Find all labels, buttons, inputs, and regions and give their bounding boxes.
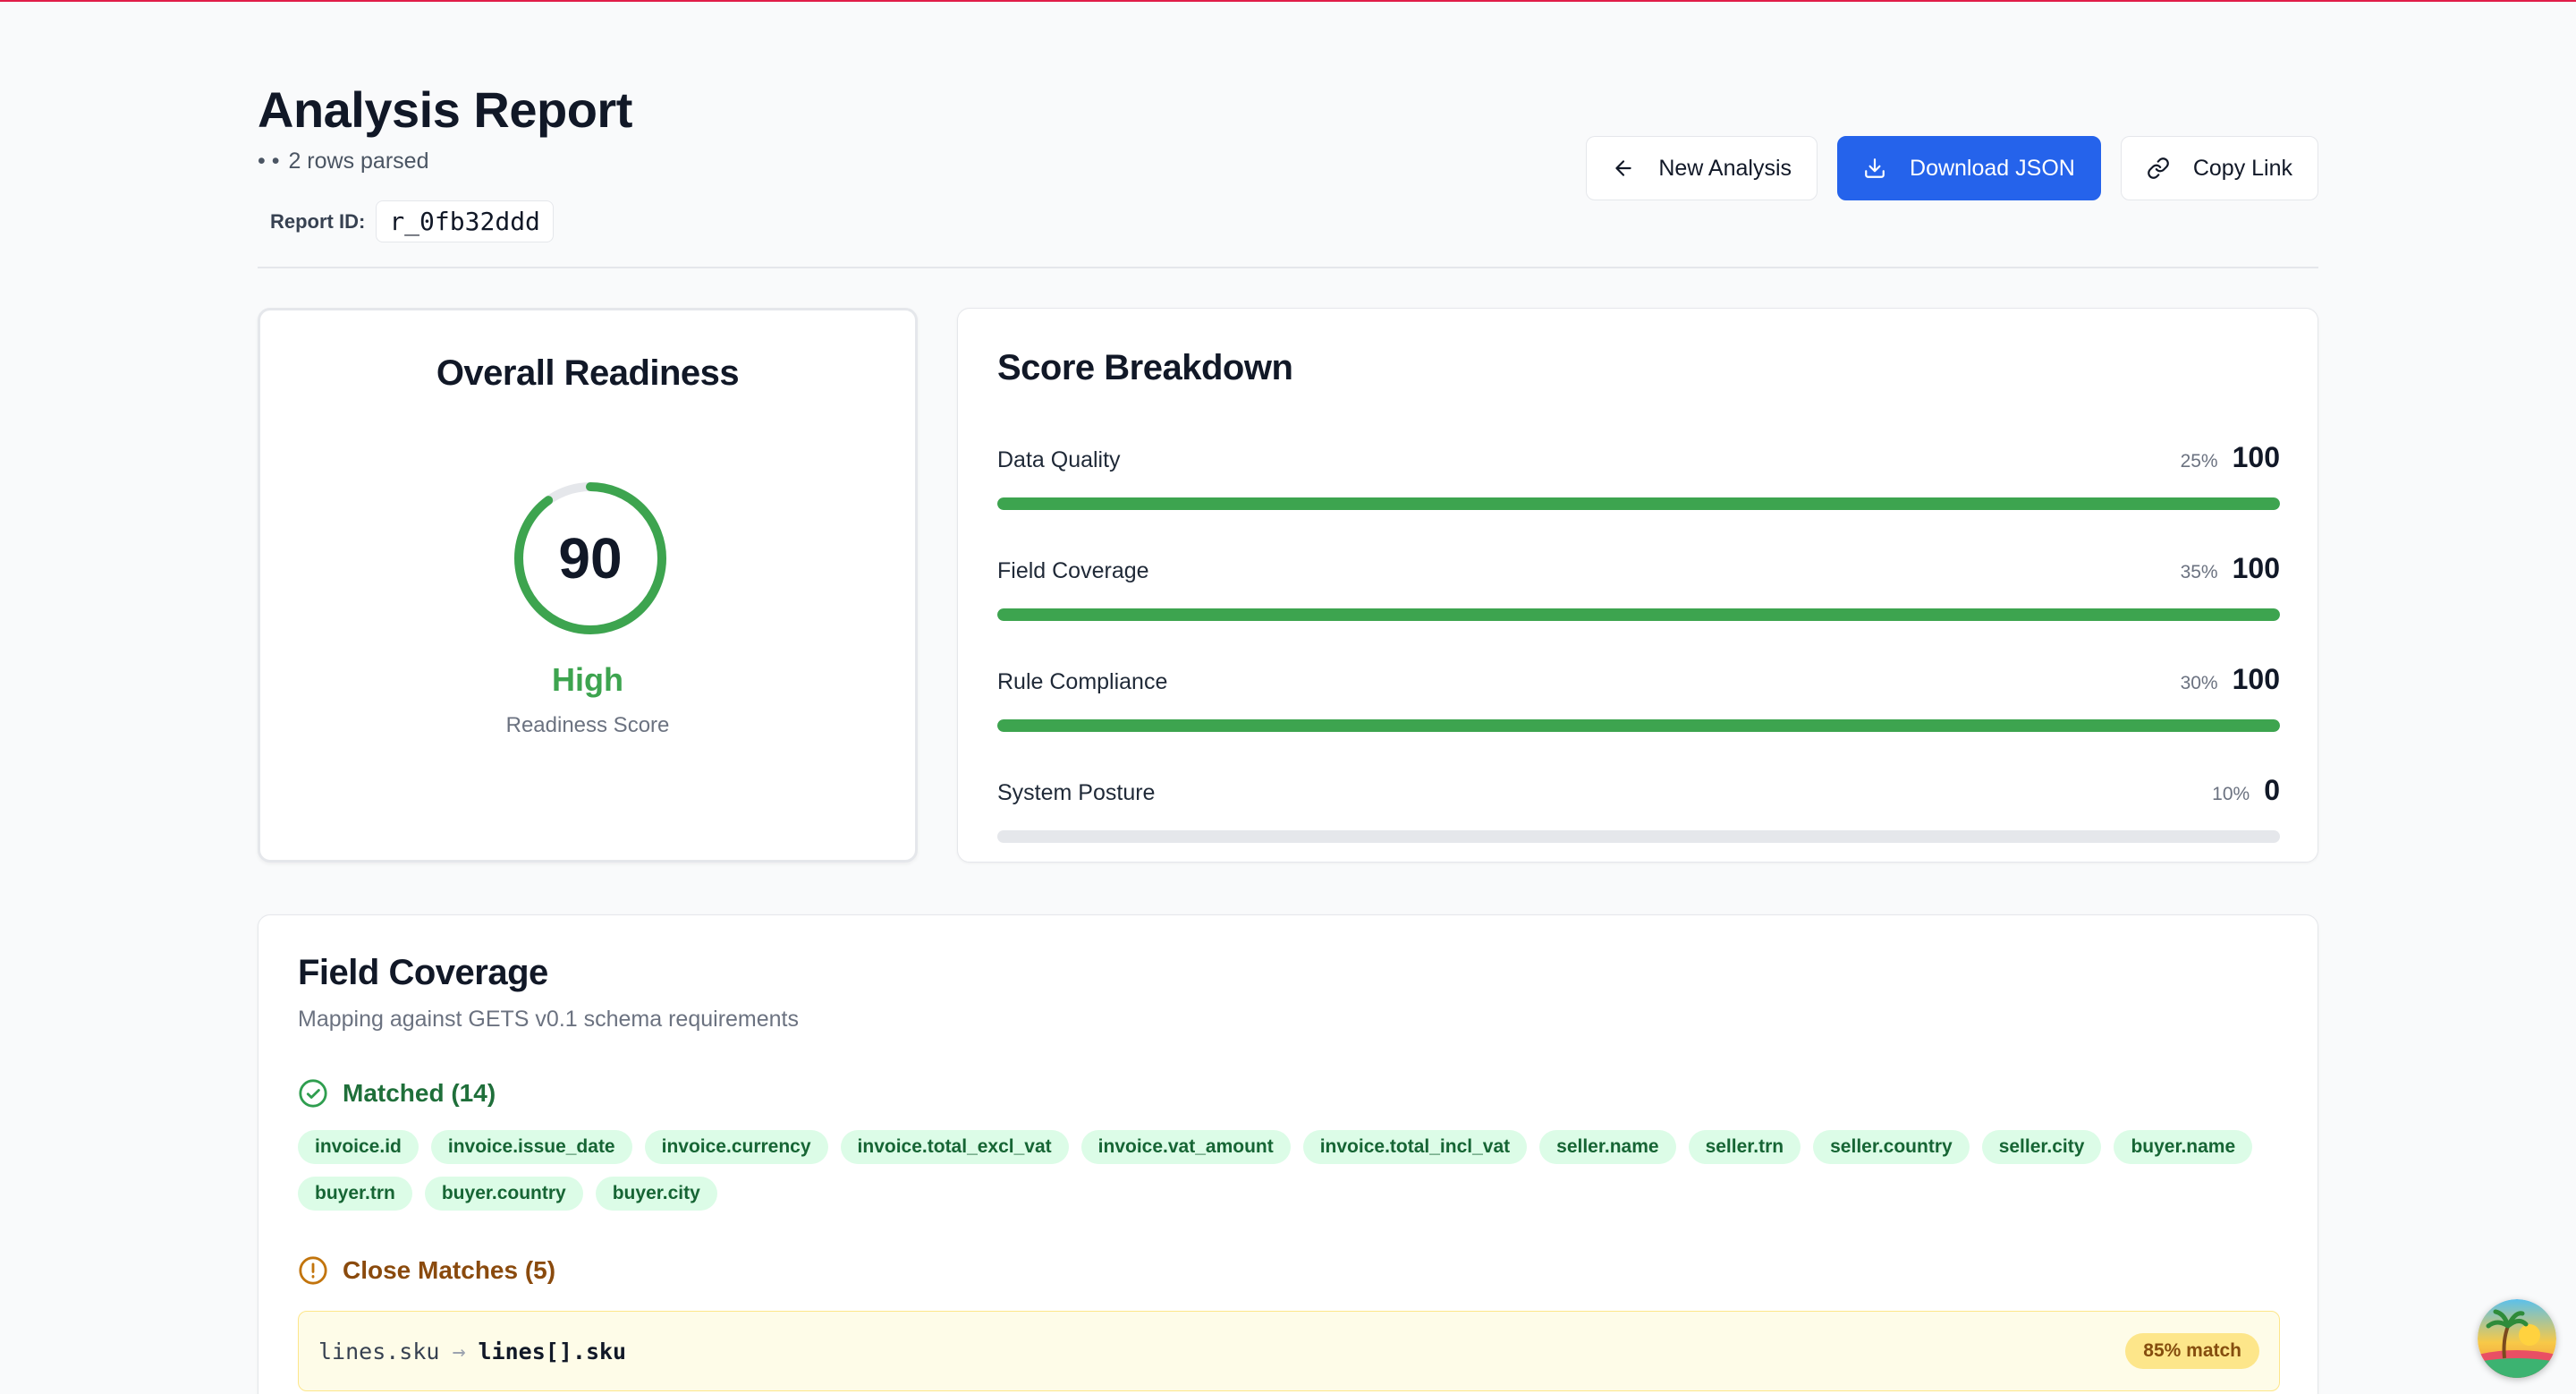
report-id-value[interactable]: r_0fb32ddd: [376, 200, 554, 242]
matched-field-chip: seller.name: [1539, 1130, 1676, 1164]
close-match-target: lines[].sku: [478, 1338, 627, 1364]
coverage-title: Field Coverage: [298, 953, 548, 992]
page-title: Analysis Report: [258, 81, 632, 138]
close-matches-label: Close Matches (5): [343, 1256, 556, 1284]
metric-progress-fill: [997, 608, 2280, 621]
new-analysis-label: New Analysis: [1658, 155, 1792, 181]
metric-values: 25% 100: [2181, 441, 2280, 474]
matched-heading: Matched (14): [298, 1078, 496, 1109]
matched-field-chip: invoice.id: [298, 1130, 419, 1164]
new-analysis-button[interactable]: New Analysis: [1586, 136, 1818, 200]
rows-parsed-line: • • 2 rows parsed: [258, 149, 428, 174]
arrow-left-icon: [1615, 160, 1632, 176]
copy-link-button[interactable]: Copy Link: [2120, 136, 2318, 200]
match-percentage-badge: 85% match: [2125, 1333, 2259, 1369]
report-id-group: Report ID: r_0fb32ddd: [270, 200, 554, 242]
matched-field-chip: invoice.currency: [644, 1130, 828, 1164]
metric-values: 35% 100: [2181, 552, 2280, 585]
matched-field-chip: buyer.name: [2114, 1130, 2253, 1164]
metric-progress-fill: [997, 719, 2280, 732]
readiness-subtitle: Readiness Score: [505, 713, 670, 737]
matched-chips: invoice.id invoice.issue_date invoice.curr…: [298, 1130, 2292, 1211]
metric-score: 100: [2232, 552, 2280, 584]
readiness-level: High: [552, 661, 623, 698]
matched-field-chip: invoice.issue_date: [430, 1130, 632, 1164]
close-match-mapping: lines.sku → lines[].sku: [318, 1339, 626, 1364]
matched-field-chip: buyer.city: [595, 1177, 717, 1211]
close-matches-heading: Close Matches (5): [298, 1255, 555, 1286]
metric-weight: 30%: [2180, 673, 2218, 693]
arrow-right-icon: →: [452, 1338, 466, 1364]
matched-field-chip: invoice.total_incl_vat: [1302, 1130, 1528, 1164]
metric-header: Field Coverage 35% 100: [997, 552, 2280, 585]
metric-values: 10% 0: [2212, 774, 2280, 807]
download-json-label: Download JSON: [1910, 155, 2075, 181]
metric-score: 100: [2232, 441, 2280, 473]
metric-field-coverage: Field Coverage 35% 100: [997, 552, 2280, 621]
metric-header: Rule Compliance 30% 100: [997, 663, 2280, 696]
download-icon: [1865, 158, 1885, 178]
metric-name: Rule Compliance: [997, 669, 1168, 694]
matched-label: Matched (14): [343, 1079, 496, 1107]
matched-field-chip: buyer.trn: [298, 1177, 412, 1211]
matched-field-chip: seller.trn: [1688, 1130, 1801, 1164]
readiness-gauge: 90: [511, 479, 670, 638]
close-match-row[interactable]: lines.sku → lines[].sku 85% match: [298, 1311, 2280, 1391]
matched-field-chip: buyer.country: [424, 1177, 583, 1211]
assistant-avatar-button[interactable]: [2478, 1299, 2556, 1378]
field-coverage-card: Field Coverage Mapping against GETS v0.1…: [258, 914, 2318, 1394]
metric-rule-compliance: Rule Compliance 30% 100: [997, 663, 2280, 732]
metric-name: Data Quality: [997, 447, 1121, 472]
dot-separator: • •: [258, 149, 280, 174]
metric-progress-track: [997, 719, 2280, 732]
metric-data-quality: Data Quality 25% 100: [997, 441, 2280, 510]
coverage-subtitle: Mapping against GETS v0.1 schema require…: [298, 1007, 799, 1032]
metric-weight: 35%: [2180, 562, 2218, 582]
matched-field-chip: seller.city: [1981, 1130, 2102, 1164]
breakdown-title: Score Breakdown: [997, 348, 1293, 387]
download-json-button[interactable]: Download JSON: [1837, 136, 2101, 200]
beach-island-icon: [2478, 1299, 2556, 1378]
metric-name: Field Coverage: [997, 558, 1149, 583]
matched-field-chip: invoice.total_excl_vat: [840, 1130, 1069, 1164]
matched-field-chip: invoice.vat_amount: [1080, 1130, 1291, 1164]
matched-field-chip: seller.country: [1813, 1130, 1970, 1164]
metric-system-posture: System Posture 10% 0: [997, 774, 2280, 843]
metric-weight: 25%: [2180, 451, 2218, 472]
metric-header: System Posture 10% 0: [997, 774, 2280, 807]
metric-progress-track: [997, 830, 2280, 843]
score-breakdown-card: Score Breakdown Data Quality 25% 100 Field …: [957, 308, 2318, 863]
metric-score: 100: [2232, 663, 2280, 695]
report-id-label: Report ID:: [270, 209, 366, 233]
metric-weight: 10%: [2212, 784, 2250, 804]
readiness-score: 90: [558, 526, 623, 591]
header-divider: [258, 267, 2318, 268]
metric-score: 0: [2264, 774, 2280, 806]
metric-progress-track: [997, 497, 2280, 510]
overall-readiness-card: Overall Readiness 90 High Readiness Scor…: [258, 308, 918, 863]
copy-link-label: Copy Link: [2192, 155, 2292, 181]
check-circle-icon: [299, 1079, 327, 1108]
link-icon: [2147, 157, 2169, 179]
alert-circle-icon: [299, 1256, 327, 1285]
metric-header: Data Quality 25% 100: [997, 441, 2280, 474]
header-actions: New Analysis Download JSON Copy Link: [1586, 136, 2318, 200]
metric-progress-track: [997, 608, 2280, 621]
readiness-title: Overall Readiness: [436, 353, 740, 393]
close-match-source: lines.sku: [318, 1338, 440, 1364]
metric-progress-fill: [997, 497, 2280, 510]
rows-parsed: 2 rows parsed: [288, 149, 429, 174]
metric-values: 30% 100: [2181, 663, 2280, 696]
metric-name: System Posture: [997, 780, 1156, 805]
